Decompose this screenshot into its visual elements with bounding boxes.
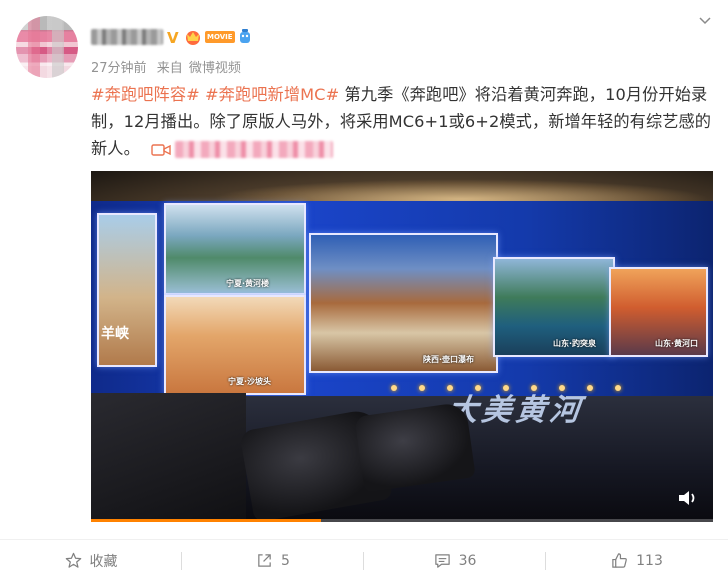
favorite-button[interactable]: 收藏 [0,540,182,581]
action-bar: 收藏 5 36 113 [0,539,728,581]
comment-count: 36 [458,552,477,569]
like-button[interactable]: 113 [546,540,728,581]
hashtag-link[interactable]: #奔跑吧新增MC# [205,85,339,104]
speaker [354,401,476,493]
comment-button[interactable]: 36 [364,540,546,581]
post-meta: 27分钟前 来自 微博视频 [91,57,247,76]
speaker [91,393,246,522]
video-link-icon[interactable] [151,142,171,158]
svg-text:V: V [167,29,179,45]
avatar[interactable] [16,16,78,78]
post-time[interactable]: 27分钟前 [91,61,147,76]
panel-caption: 羊峡 [101,326,129,342]
thumbs-up-icon [612,553,627,568]
screen-panel: 宁夏·黄河楼 [164,203,306,295]
panel-caption: 山东·趵突泉 [553,339,597,348]
panel-caption: 宁夏·沙坡头 [228,377,272,386]
screen-panel: 陕西·壶口瀑布 [309,233,498,373]
favorite-label: 收藏 [89,553,118,570]
mascot-icon [239,29,250,43]
username-blurred[interactable] [91,29,163,45]
video-player[interactable]: 羊峡 宁夏·黄河楼 宁夏·沙坡头 陕西·壶口瀑布 山东·趵突泉 山东·黄河口 大… [91,171,713,522]
post-content: #奔跑吧阵容# #奔跑吧新增MC# 第九季《奔跑吧》将沿着黄河奔跑，10月份开始… [91,81,713,162]
comment-icon [434,554,450,568]
video-progress-fill [91,519,322,522]
source-prefix: 来自 [156,61,183,76]
screen-panel: 山东·黄河口 [609,267,708,357]
chevron-down-icon[interactable] [698,14,712,28]
screen-panel: 宁夏·沙坡头 [164,295,306,395]
hashtag-link[interactable]: #奔跑吧阵容# [91,85,200,104]
stage-text: 大美黄河 [443,393,593,428]
screen-panel: 山东·趵突泉 [493,257,615,357]
vip-crown-icon [186,31,200,45]
screen-panel: 羊峡 [97,213,157,367]
post-source[interactable]: 微博视频 [189,61,241,76]
star-icon [65,552,81,568]
share-button[interactable]: 5 [182,540,364,581]
video-progress-track[interactable] [91,519,713,522]
panel-caption: 陕西·壶口瀑布 [423,355,475,364]
share-icon [258,554,271,567]
panel-caption: 山东·黄河口 [655,339,699,348]
volume-icon[interactable] [677,488,699,508]
user-badges: V MOVIE [165,27,253,47]
share-count: 5 [281,552,290,569]
video-link-blurred[interactable] [175,141,334,158]
movie-badge: MOVIE [205,31,235,43]
panel-caption: 宁夏·黄河楼 [226,279,270,288]
verified-icon: V [167,29,179,45]
like-count: 113 [636,552,663,569]
